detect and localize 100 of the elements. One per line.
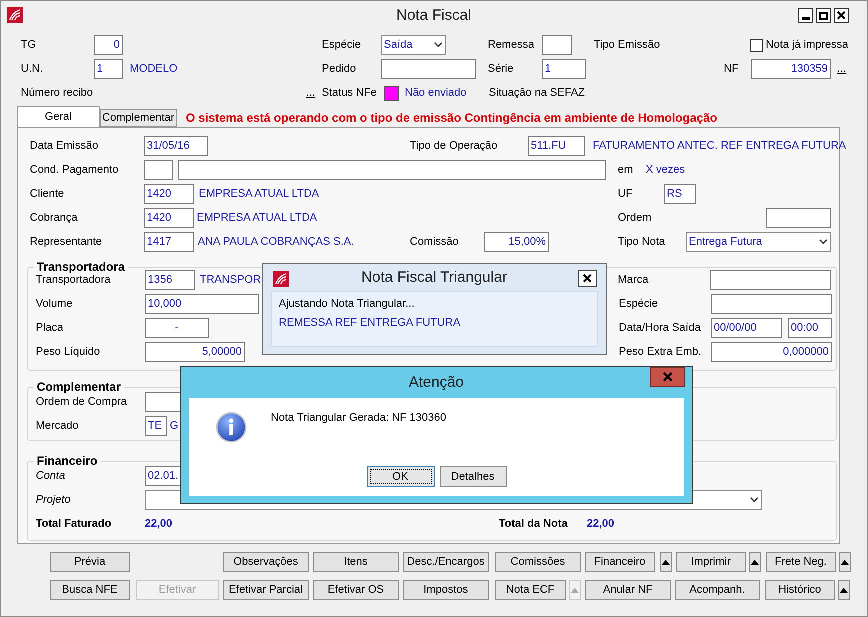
checkbox[interactable] <box>750 38 763 52</box>
billing-name: EMPRESA ATUAL LTDA <box>197 212 318 224</box>
maximize-icon <box>819 12 828 20</box>
close-button[interactable] <box>834 8 849 23</box>
group-title: Complementar <box>34 380 124 394</box>
browse-button[interactable]: ... <box>835 60 849 78</box>
field-label: NF <box>724 63 740 75</box>
minimize-button[interactable] <box>798 8 813 23</box>
input-field[interactable] <box>542 35 572 55</box>
close-icon <box>662 372 672 382</box>
field-label: Conta <box>36 470 66 482</box>
toolbar-button[interactable]: Prévia <box>50 552 130 572</box>
warning-text: O sistema está operando com o tipo de emissão Contingência em ambiente de Homologação <box>186 111 718 125</box>
input-field[interactable] <box>381 59 476 79</box>
field-label: Cobrança <box>30 212 79 224</box>
toolbar-button[interactable]: Anular NF <box>585 580 671 600</box>
input-field[interactable]: 15,00% <box>484 232 549 252</box>
input-field[interactable]: 0,000000 <box>711 342 832 362</box>
input-field[interactable]: 1 <box>542 59 586 79</box>
input-field[interactable]: 1417 <box>144 232 194 252</box>
caret-icon <box>840 588 848 592</box>
input-field[interactable]: 1356 <box>145 270 195 290</box>
dialog-button[interactable]: Detalhes <box>440 466 506 487</box>
close-icon <box>583 274 592 283</box>
toolbar-button[interactable]: Busca NFE <box>50 580 130 600</box>
status-text: Não enviado <box>405 87 468 99</box>
field-label: Tipo Emissão <box>594 39 662 51</box>
toolbar-button[interactable]: Observações <box>223 552 309 572</box>
input-field[interactable] <box>178 160 606 180</box>
close-button[interactable] <box>578 270 597 287</box>
input-field[interactable]: TE <box>145 416 167 436</box>
info-message: REMESSA REF ENTREGA FUTURA <box>279 317 462 329</box>
toolbar-button[interactable]: Desc./Encargos <box>403 552 489 572</box>
toolbar-button[interactable]: Histórico <box>765 580 835 600</box>
toolbar-button[interactable]: Frete Neg. <box>766 552 836 572</box>
toolbar-button[interactable]: Imprimir <box>676 552 746 572</box>
tab[interactable]: Complementar <box>100 109 177 127</box>
dropdown-button[interactable] <box>838 580 850 600</box>
field-label: Data/Hora Saída <box>619 322 702 334</box>
field-label: Comissão <box>410 236 460 248</box>
chevron-icon <box>819 239 828 245</box>
caret-icon <box>751 560 759 564</box>
input-field[interactable]: 5,00000 <box>145 342 245 362</box>
field-label: Projeto <box>36 494 72 506</box>
field-label: Placa <box>36 322 65 334</box>
toolbar-button[interactable]: Nota ECF <box>495 580 566 600</box>
field-label: Tipo de Operação <box>410 140 499 152</box>
input-field[interactable]: 31/05/16 <box>144 136 208 156</box>
toolbar-button[interactable]: Itens <box>313 552 399 572</box>
caret-icon <box>662 560 670 564</box>
input-field[interactable]: 0 <box>94 35 123 55</box>
dropdown-button[interactable] <box>660 552 672 572</box>
input-field[interactable]: 1420 <box>144 208 194 228</box>
market-name: G <box>170 420 179 432</box>
field-label: Mercado <box>36 420 80 432</box>
input-field[interactable]: 130359 <box>751 59 831 79</box>
field-label: Número recibo <box>21 87 94 99</box>
group-title: Transportadora <box>34 260 128 274</box>
toolbar-button[interactable]: Acompanh. <box>675 580 760 600</box>
dialog-button[interactable]: OK <box>366 466 434 487</box>
field-label: U.N. <box>21 63 44 75</box>
tab[interactable]: Geral <box>17 106 100 127</box>
toolbar-button[interactable]: Efetivar Parcial <box>223 580 309 600</box>
message-text: Nota Triangular Gerada: NF 130360 <box>271 412 446 424</box>
input-field[interactable] <box>144 160 173 180</box>
maximize-button[interactable] <box>816 8 831 23</box>
especie-select[interactable]: Saída <box>381 35 446 55</box>
installments-text: X vezes <box>646 164 686 176</box>
input-field[interactable]: 10,000 <box>145 294 259 314</box>
input-field[interactable]: RS <box>664 184 696 204</box>
dialog-title: Nota Fiscal Triangular <box>362 269 508 286</box>
input-field[interactable] <box>766 208 831 228</box>
field-label: Volume <box>36 298 74 310</box>
input-field[interactable] <box>711 294 832 314</box>
input-field[interactable]: 00:00 <box>788 318 832 338</box>
toolbar-button[interactable]: Efetivar OS <box>313 580 399 600</box>
field-label: Ordem <box>618 212 653 224</box>
field-label: Espécie <box>322 39 362 51</box>
field-label: UF <box>618 188 634 200</box>
input-field[interactable]: 1 <box>94 59 123 79</box>
toolbar-button[interactable]: Financeiro <box>585 552 655 572</box>
input-field[interactable]: 511.FU <box>528 136 585 156</box>
field-label: Remessa <box>488 39 536 51</box>
note-type-select[interactable]: Entrega Futura <box>686 232 831 252</box>
client-name: EMPRESA ATUAL LTDA <box>199 188 320 200</box>
input-field[interactable]: 00/00/00 <box>711 318 782 338</box>
input-field[interactable]: - <box>145 318 209 338</box>
total-value: 22,00 <box>587 518 615 530</box>
field-label: Status NFe <box>322 87 378 99</box>
toolbar-button[interactable]: Impostos <box>403 580 489 600</box>
field-label: Cond. Pagamento <box>30 164 120 176</box>
app-logo-icon <box>7 7 23 23</box>
input-field[interactable] <box>710 270 831 290</box>
dropdown-button[interactable] <box>749 552 761 572</box>
toolbar-button[interactable]: Comissões <box>495 552 581 572</box>
input-field[interactable]: 1420 <box>144 184 194 204</box>
chevron-icon <box>434 42 443 48</box>
field-label: Situação na SEFAZ <box>489 87 585 99</box>
browse-button[interactable]: ... <box>304 84 318 102</box>
dropdown-button[interactable] <box>839 552 851 572</box>
